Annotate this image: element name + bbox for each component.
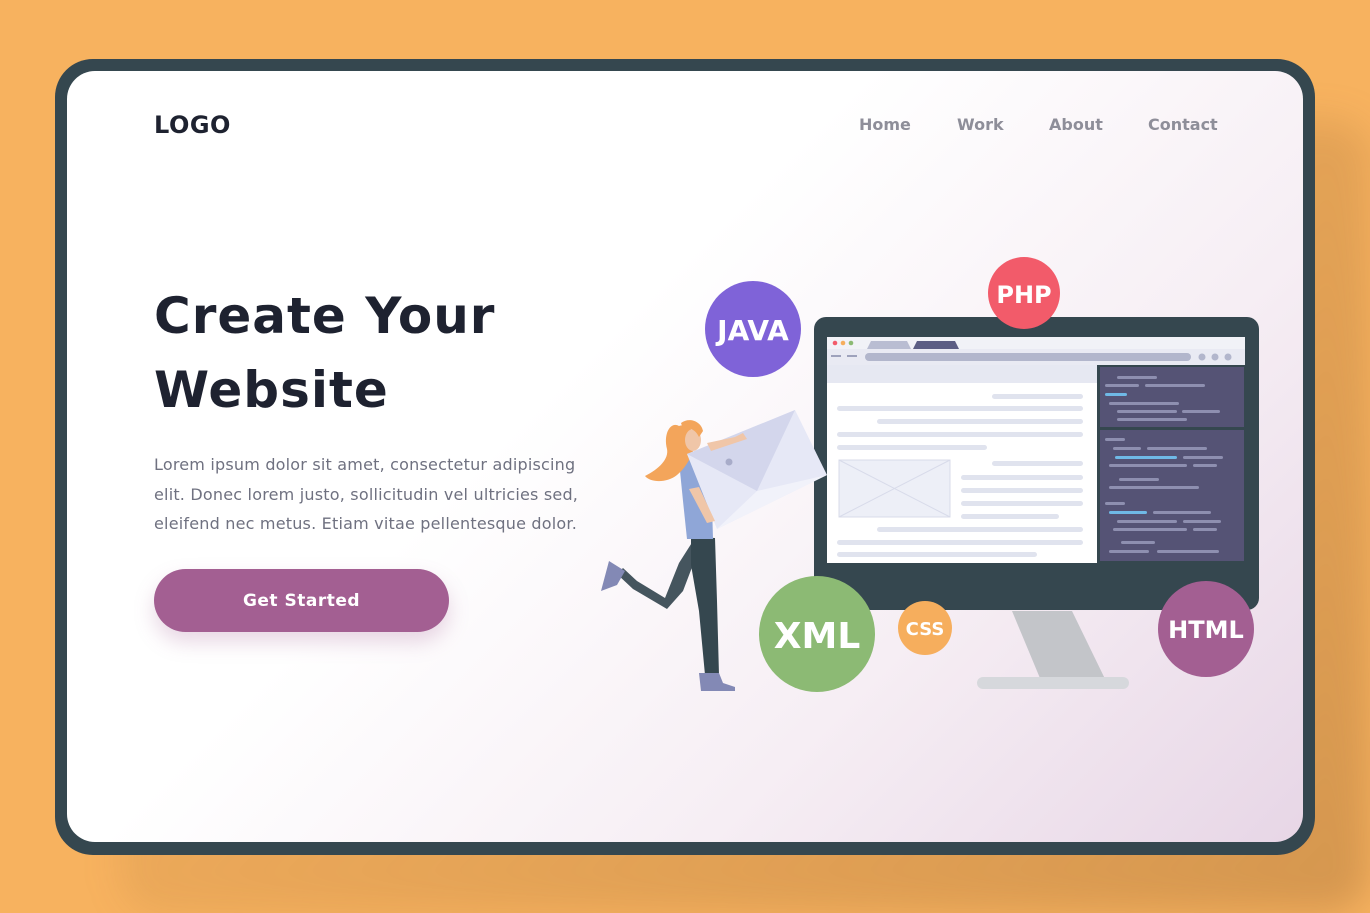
html-badge-label: HTML [1168,616,1244,644]
php-badge: PHP [988,257,1060,329]
monitor-stand [977,611,1129,689]
java-badge-label: JAVA [715,314,789,347]
monitor [814,317,1259,610]
web-development-illustration: JAVA PHP XML CSS HTML [601,257,1259,692]
css-badge: CSS [898,601,952,655]
java-badge: JAVA [705,281,801,377]
php-badge-label: PHP [996,281,1051,309]
html-badge: HTML [1158,581,1254,677]
css-badge-label: CSS [906,619,945,640]
landing-page: LOGO Home Work About Contact Create Your… [67,71,1303,842]
xml-badge: XML [759,576,875,692]
xml-badge-label: XML [774,616,861,657]
device-frame: LOGO Home Work About Contact Create Your… [55,59,1315,855]
